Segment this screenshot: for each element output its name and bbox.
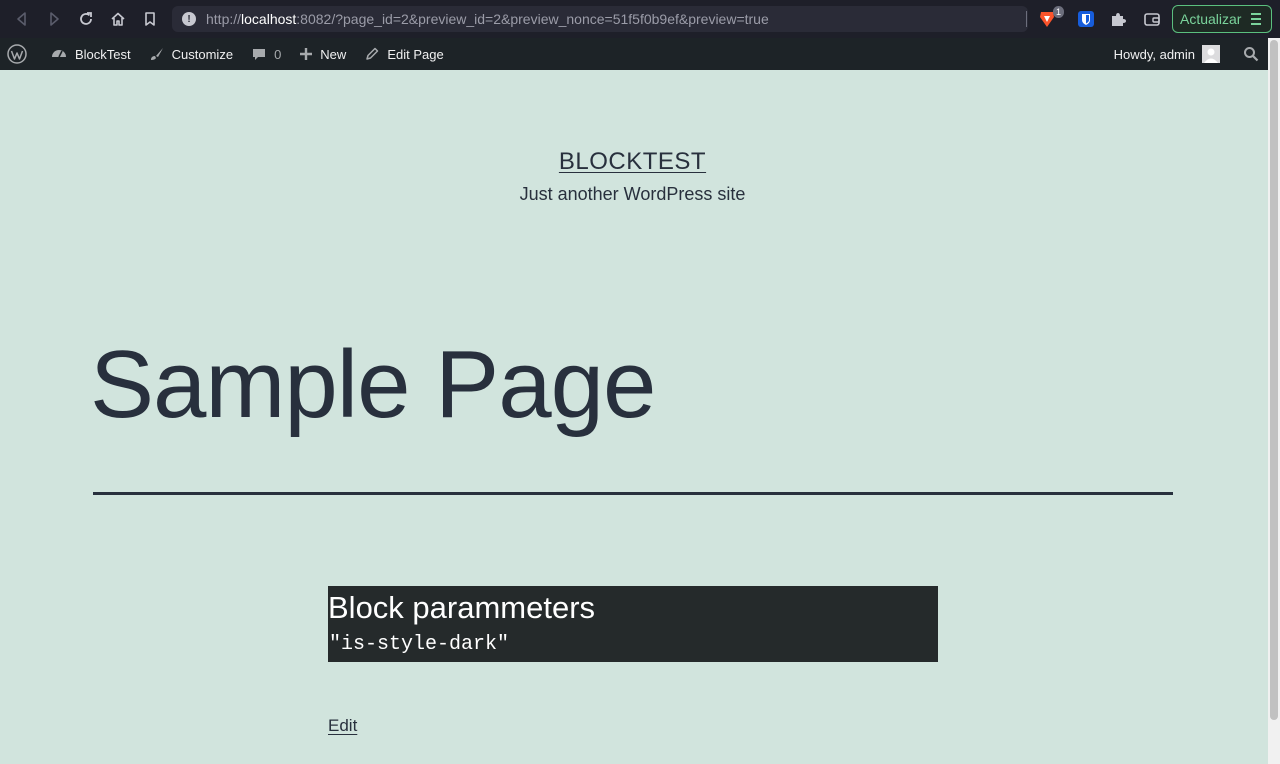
block-parameters-box: Block parammeters "is-style-dark" [328,586,938,662]
edit-link[interactable]: Edit [328,716,357,736]
heading-divider [93,492,1173,495]
comment-icon [253,49,266,60]
dashboard-icon [52,50,66,58]
toolbar-divider [1026,11,1027,27]
bitwarden-icon[interactable] [1075,8,1097,30]
site-info-icon[interactable]: ! [182,12,196,26]
customize-link[interactable]: Customize [140,38,242,70]
search-icon[interactable] [1234,46,1268,62]
reload-icon[interactable] [70,3,102,35]
site-title: BLOCKTEST [0,148,1265,176]
new-label: New [320,46,347,62]
url-text: http://localhost:8082/?page_id=2&preview… [206,11,769,27]
scrollbar-thumb[interactable] [1270,40,1278,720]
pencil-icon [366,47,379,60]
plus-icon [300,48,313,60]
browser-toolbar: ! http://localhost:8082/?page_id=2&previ… [0,0,1280,38]
brave-shields-icon[interactable]: 1 [1036,6,1064,30]
howdy-account-menu[interactable]: Howdy, admin [1114,47,1195,62]
address-bar[interactable]: ! http://localhost:8082/?page_id=2&previ… [172,6,1028,32]
new-content-menu[interactable]: New [290,38,355,70]
block-code: "is-style-dark" [329,633,510,656]
site-name-label: BlockTest [75,46,131,62]
edit-page-label: Edit Page [387,46,444,62]
paintbrush-icon [150,48,163,60]
extensions-icon[interactable] [1107,8,1129,30]
update-browser-button[interactable]: Actualizar [1172,5,1272,33]
home-icon[interactable] [102,3,134,35]
update-browser-label: Actualizar [1180,11,1242,27]
comments-link[interactable]: 0 [242,38,290,70]
wallet-icon[interactable] [1141,8,1163,30]
menu-icon [1251,13,1262,25]
avatar[interactable] [1202,45,1220,63]
site-name-menu[interactable]: BlockTest [41,38,140,70]
page-title: Sample Page [90,331,656,438]
edit-page-link[interactable]: Edit Page [355,38,452,70]
back-icon[interactable] [6,3,38,35]
scrollbar[interactable] [1268,38,1280,764]
bookmark-icon[interactable] [134,3,166,35]
customize-label: Customize [171,46,234,62]
site-description: Just another WordPress site [519,184,746,204]
wordpress-logo-icon[interactable] [0,38,41,70]
comments-count: 0 [274,46,282,62]
brave-badge: 1 [1052,6,1064,18]
wp-admin-bar: BlockTest Customize 0 New Edit Page Howd… [0,38,1268,70]
site-title-link[interactable]: BLOCKTEST [559,148,706,175]
block-title: Block parammeters [328,590,596,625]
forward-icon[interactable] [38,3,70,35]
